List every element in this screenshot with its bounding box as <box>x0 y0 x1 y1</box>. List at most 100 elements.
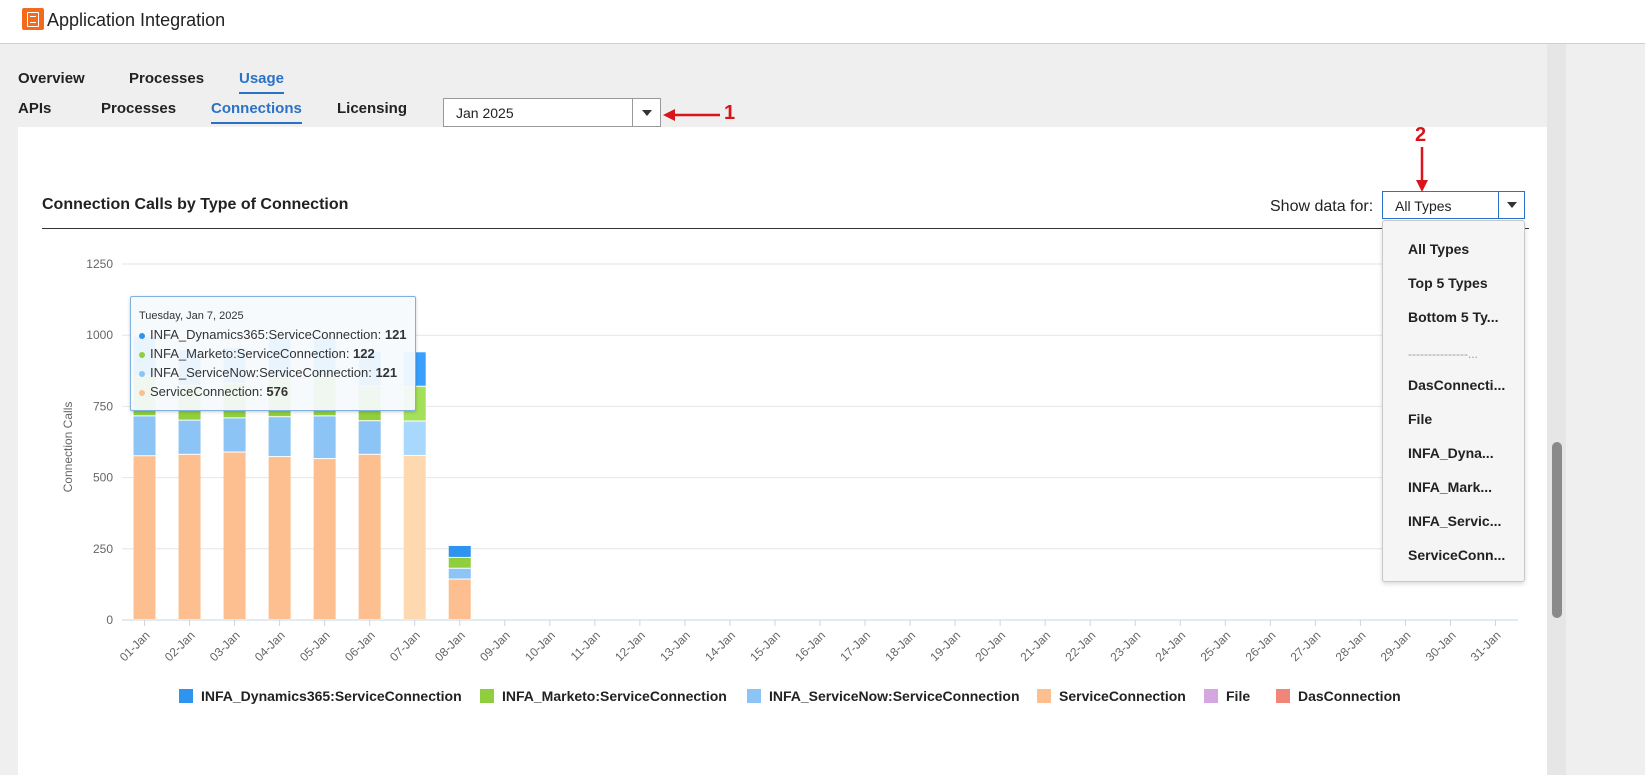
dropdown-item-serviceconnection[interactable]: ServiceConn... <box>1408 547 1505 563</box>
legend-swatch <box>1037 689 1051 703</box>
bar-segment <box>403 455 426 619</box>
page-scrollbar[interactable] <box>1547 44 1566 775</box>
legend-label: DasConnection <box>1298 688 1401 704</box>
y-tick-label: 500 <box>93 471 113 485</box>
tooltip-series-value: 576 <box>266 384 289 399</box>
x-tick-label: 04-Jan <box>252 628 288 664</box>
tooltip-series-name: INFA_ServiceNow:ServiceConnection <box>150 365 369 380</box>
tooltip-row: INFA_Dynamics365:ServiceConnection: 121 <box>139 327 407 342</box>
bar-segment <box>223 418 246 452</box>
x-tick-label: 23-Jan <box>1107 628 1143 664</box>
x-tick-label: 09-Jan <box>477 628 513 664</box>
legend-label: INFA_Marketo:ServiceConnection <box>502 688 727 704</box>
dropdown-item-top-5-types[interactable]: Top 5 Types <box>1408 275 1488 291</box>
legend-swatch <box>1276 689 1290 703</box>
legend-label: ServiceConnection <box>1059 688 1186 704</box>
tooltip-series-value: 122 <box>353 346 375 361</box>
tooltip-date: Tuesday, Jan 7, 2025 <box>139 310 244 322</box>
x-tick-label: 30-Jan <box>1423 628 1459 664</box>
x-tick-label: 26-Jan <box>1243 628 1279 664</box>
dropdown-item-infa-marketo[interactable]: INFA_Mark... <box>1408 479 1492 495</box>
y-tick-label: 250 <box>93 542 113 556</box>
x-tick-label: 19-Jan <box>927 628 963 664</box>
annotation-number-1: 1 <box>724 102 736 124</box>
legend-label: INFA_ServiceNow:ServiceConnection <box>769 688 1020 704</box>
bar-segment <box>223 452 246 619</box>
series-dot-icon <box>139 351 145 358</box>
bar-segment <box>178 454 201 619</box>
bar-segment <box>448 568 471 579</box>
x-tick-label: 05-Jan <box>297 628 333 664</box>
bar-segment <box>448 557 471 568</box>
bar-segment <box>358 421 381 454</box>
tooltip-series-name: INFA_Marketo:ServiceConnection <box>150 346 346 361</box>
series-dot-icon <box>139 370 145 377</box>
x-tick-label: 15-Jan <box>747 628 783 664</box>
x-tick-label: 03-Jan <box>207 628 243 664</box>
tooltip-row: ServiceConnection: 576 <box>139 384 288 399</box>
x-tick-label: 17-Jan <box>837 628 873 664</box>
x-tick-label: 31-Jan <box>1468 628 1504 664</box>
x-tick-label: 14-Jan <box>702 628 738 664</box>
x-tick-label: 24-Jan <box>1153 628 1189 664</box>
x-tick-label: 16-Jan <box>792 628 828 664</box>
dropdown-item-all-types[interactable]: All Types <box>1408 241 1469 257</box>
x-tick-label: 21-Jan <box>1017 628 1053 664</box>
x-tick-label: 22-Jan <box>1062 628 1098 664</box>
tooltip-separator: : <box>377 327 385 342</box>
tooltip-series-value: 121 <box>375 365 398 380</box>
x-tick-label: 06-Jan <box>342 628 378 664</box>
dropdown-item-infa-dynamics[interactable]: INFA_Dyna... <box>1408 445 1494 461</box>
x-tick-label: 11-Jan <box>568 628 603 663</box>
x-tick-label: 02-Jan <box>162 628 198 664</box>
annotation-number-2: 2 <box>1415 124 1427 146</box>
bar-segment <box>268 417 291 457</box>
tooltip-row: INFA_ServiceNow:ServiceConnection: 121 <box>139 365 397 380</box>
x-tick-label: 25-Jan <box>1198 628 1234 664</box>
x-tick-label: 07-Jan <box>387 628 423 664</box>
x-tick-label: 29-Jan <box>1378 628 1414 664</box>
legend-swatch <box>1204 689 1218 703</box>
bar-segment <box>313 416 336 459</box>
bar-segment <box>358 454 381 619</box>
chart-legend: INFA_Dynamics365:ServiceConnection INFA_… <box>0 688 1645 708</box>
x-tick-label: 01-Jan <box>117 628 153 664</box>
legend-swatch <box>747 689 761 703</box>
x-tick-label: 20-Jan <box>972 628 1008 664</box>
y-tick-label: 1250 <box>86 257 113 271</box>
x-tick-label: 08-Jan <box>432 628 468 664</box>
bar-segment <box>133 416 156 456</box>
bar-segment <box>178 420 201 454</box>
dropdown-separator: ---------------... <box>1408 347 1478 361</box>
legend-label: File <box>1226 688 1251 704</box>
tooltip-row: INFA_Marketo:ServiceConnection: 122 <box>139 346 375 361</box>
x-tick-label: 27-Jan <box>1288 628 1324 664</box>
legend-label: INFA_Dynamics365:ServiceConnection <box>201 688 462 704</box>
dropdown-item-file[interactable]: File <box>1408 411 1432 427</box>
bar-segment <box>133 456 156 619</box>
dropdown-item-infa-servicenow[interactable]: INFA_Servic... <box>1408 513 1501 529</box>
dropdown-item-bottom-5-types[interactable]: Bottom 5 Ty... <box>1408 309 1498 325</box>
series-dot-icon <box>139 332 145 339</box>
y-axis-label: Connection Calls <box>61 402 75 493</box>
x-tick-label: 18-Jan <box>882 628 918 664</box>
x-tick-label: 13-Jan <box>657 628 693 664</box>
type-dropdown-menu: All Types Top 5 Types Bottom 5 Ty... ---… <box>1382 220 1525 582</box>
bar-segment <box>268 457 291 619</box>
dropdown-item-dasconnection[interactable]: DasConnecti... <box>1408 377 1505 393</box>
legend-swatch <box>179 689 193 703</box>
bar-segment <box>448 579 471 619</box>
x-tick-label: 10-Jan <box>522 628 558 664</box>
y-tick-label: 0 <box>106 613 113 627</box>
series-dot-icon <box>139 389 145 396</box>
bar-segment <box>448 545 471 557</box>
y-tick-label: 750 <box>93 399 113 413</box>
tooltip-separator: : <box>345 346 354 361</box>
bar-segment <box>313 459 336 619</box>
x-tick-label: 12-Jan <box>612 628 648 664</box>
tooltip-series-name: INFA_Dynamics365:ServiceConnection <box>150 327 378 342</box>
x-tick-label: 28-Jan <box>1333 628 1369 664</box>
scrollbar-thumb[interactable] <box>1552 442 1562 618</box>
chart-tooltip: Tuesday, Jan 7, 2025 INFA_Dynamics365:Se… <box>130 296 416 411</box>
bar-segment <box>403 421 426 455</box>
